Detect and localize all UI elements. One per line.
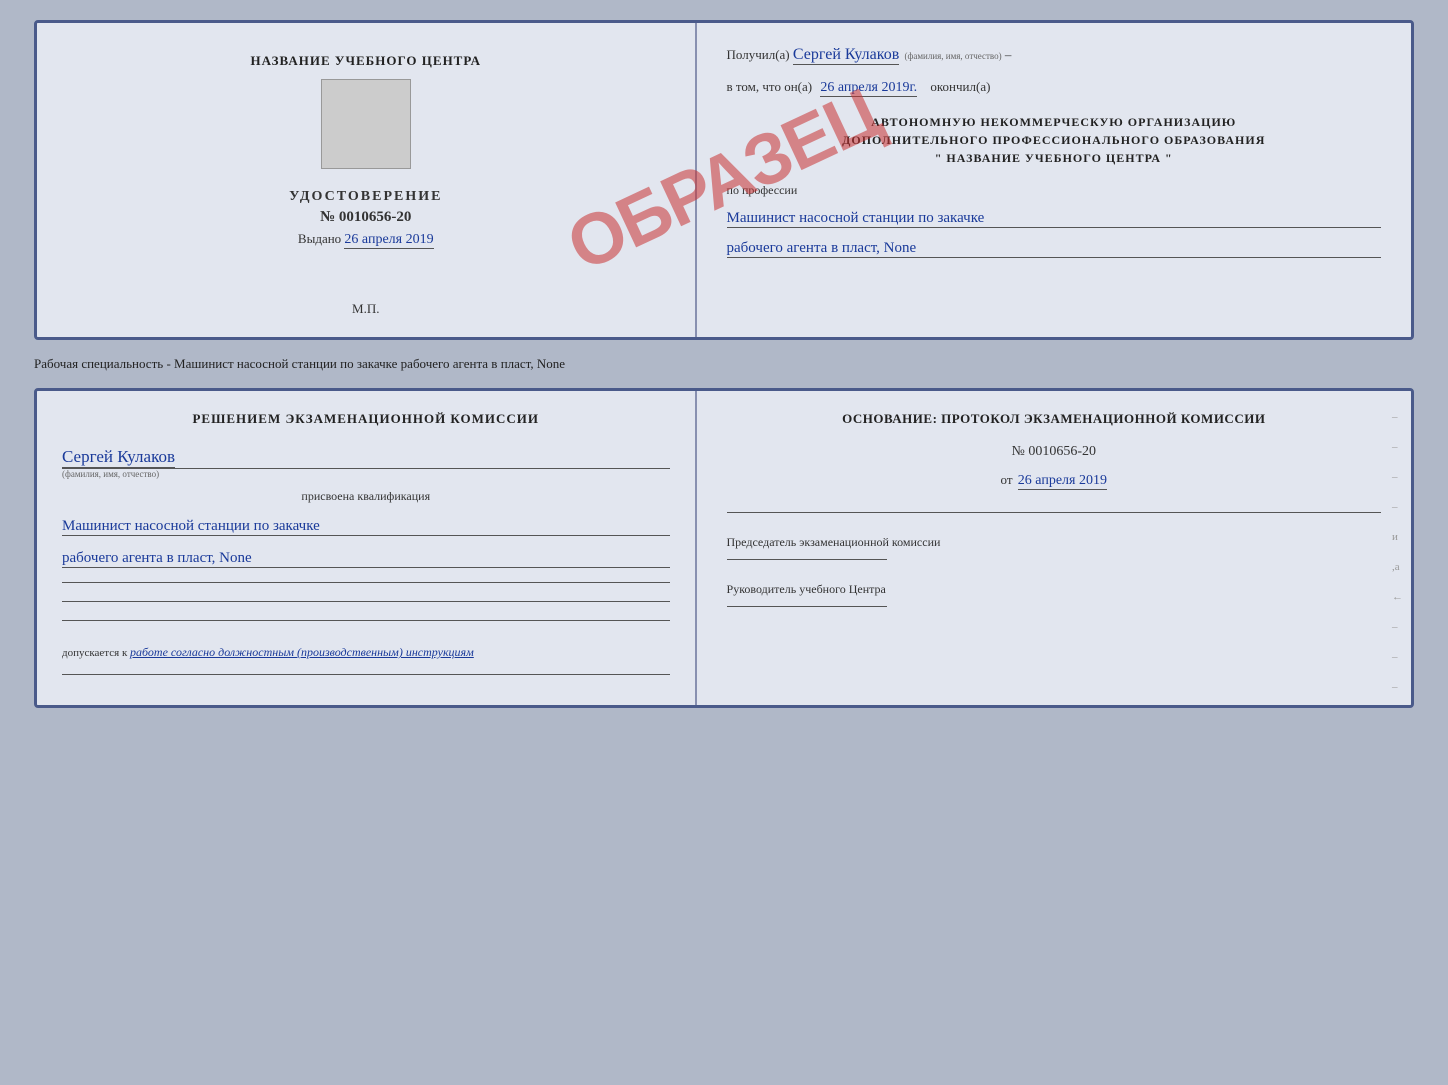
protocol-num: № 0010656-20 <box>727 444 1381 460</box>
org-line2: ДОПОЛНИТЕЛЬНОГО ПРОФЕССИОНАЛЬНОГО ОБРАЗО… <box>727 131 1381 149</box>
rukovoditel-signature-line <box>727 606 887 607</box>
profession-line1-bottom: Машинист насосной станции по закачке <box>62 518 670 536</box>
profession-line2-bottom: рабочего агента в пласт, None <box>62 550 670 568</box>
bottom-doc-left: Решением экзаменационной комиссии Сергей… <box>37 391 697 705</box>
osnovanie-title: Основание: протокол экзаменационной коми… <box>727 411 1381 427</box>
v-tom-label: в том, что он(а) <box>727 79 813 94</box>
org-line1: АВТОНОМНУЮ НЕКОММЕРЧЕСКУЮ ОРГАНИЗАЦИЮ <box>727 113 1381 131</box>
recipient-hint-bottom: (фамилия, имя, отчество) <box>62 468 670 479</box>
rukovoditel-label: Руководитель учебного Центра <box>727 580 1381 598</box>
predsedatel-label: Председатель экзаменационной комиссии <box>727 533 1381 551</box>
recipient-hint-top: (фамилия, имя, отчество) <box>905 51 1002 61</box>
dopusk-text: работе согласно должностным (производств… <box>130 645 474 659</box>
udostoverenie-title: УДОСТОВЕРЕНИЕ <box>289 189 442 205</box>
line-sep-1 <box>62 582 670 583</box>
dopuskaetsya-block: допускается к работе согласно должностны… <box>62 645 670 660</box>
bottom-document: Решением экзаменационной комиссии Сергей… <box>34 388 1414 708</box>
prisvoena-text: присвоена квалификация <box>62 489 670 504</box>
top-document: ОБРАЗЕЦ НАЗВАНИЕ УЧЕБНОГО ЦЕНТРА УДОСТОВ… <box>34 20 1414 340</box>
profession-line1-top: Машинист насосной станции по закачке <box>727 210 1381 228</box>
recipient-name-top: Сергей Кулаков <box>793 46 899 65</box>
line-sep-4 <box>62 674 670 675</box>
stamp-box <box>321 79 411 169</box>
org-line3: " НАЗВАНИЕ УЧЕБНОГО ЦЕНТРА " <box>727 149 1381 167</box>
udostoverenie-block: УДОСТОВЕРЕНИЕ № 0010656-20 <box>289 189 442 226</box>
top-doc-left: НАЗВАНИЕ УЧЕБНОГО ЦЕНТРА УДОСТОВЕРЕНИЕ №… <box>37 23 697 337</box>
poluchil-label: Получил(а) <box>727 47 790 62</box>
resheniem-title: Решением экзаменационной комиссии <box>62 411 670 427</box>
recipient-block-bottom: Сергей Кулаков (фамилия, имя, отчество) <box>62 447 670 479</box>
predsedatel-block: Председатель экзаменационной комиссии <box>727 533 1381 560</box>
recipient-name-bottom: Сергей Кулаков <box>62 447 175 468</box>
right-edge-dashes: ––––и,а←––– <box>1392 411 1403 693</box>
po-professii: по профессии <box>727 183 1381 198</box>
poluchil-row: Получил(а) Сергей Кулаков (фамилия, имя,… <box>727 46 1381 65</box>
profession-line2-top: рабочего агента в пласт, None <box>727 240 1381 258</box>
org-block: АВТОНОМНУЮ НЕКОММЕРЧЕСКУЮ ОРГАНИЗАЦИЮ ДО… <box>727 113 1381 167</box>
vydano-label: Выдано <box>298 231 341 246</box>
line-sep-3 <box>62 620 670 621</box>
bottom-doc-right: Основание: протокол экзаменационной коми… <box>697 391 1411 705</box>
info-text: Рабочая специальность - Машинист насосно… <box>34 350 1414 378</box>
top-doc-right: Получил(а) Сергей Кулаков (фамилия, имя,… <box>697 23 1411 337</box>
stamp-area <box>321 79 411 169</box>
dopuskaetsya-label: допускается к <box>62 647 127 659</box>
protocol-date: 26 апреля 2019 <box>1018 473 1107 490</box>
okonchil-label: окончил(а) <box>930 79 990 94</box>
predsedatel-signature-line <box>727 559 887 560</box>
protocol-date-prefix: от <box>1001 472 1013 487</box>
rukovoditel-block: Руководитель учебного Центра <box>727 580 1381 607</box>
vydano-date: 26 апреля 2019 <box>344 232 433 249</box>
line-sep-2 <box>62 601 670 602</box>
dash-top: – <box>1005 47 1012 62</box>
info-text-content: Рабочая специальность - Машинист насосно… <box>34 356 565 371</box>
center-title: НАЗВАНИЕ УЧЕБНОГО ЦЕНТРА <box>250 53 481 69</box>
mp-row: М.П. <box>352 296 379 317</box>
v-tom-row: в том, что он(а) 26 апреля 2019г. окончи… <box>727 79 1381 97</box>
date-completed: 26 апреля 2019г. <box>820 80 917 97</box>
protocol-date-row: от 26 апреля 2019 <box>727 472 1381 490</box>
udostoverenie-num: № 0010656-20 <box>289 209 442 226</box>
vydano-row: Выдано 26 апреля 2019 <box>298 231 434 249</box>
